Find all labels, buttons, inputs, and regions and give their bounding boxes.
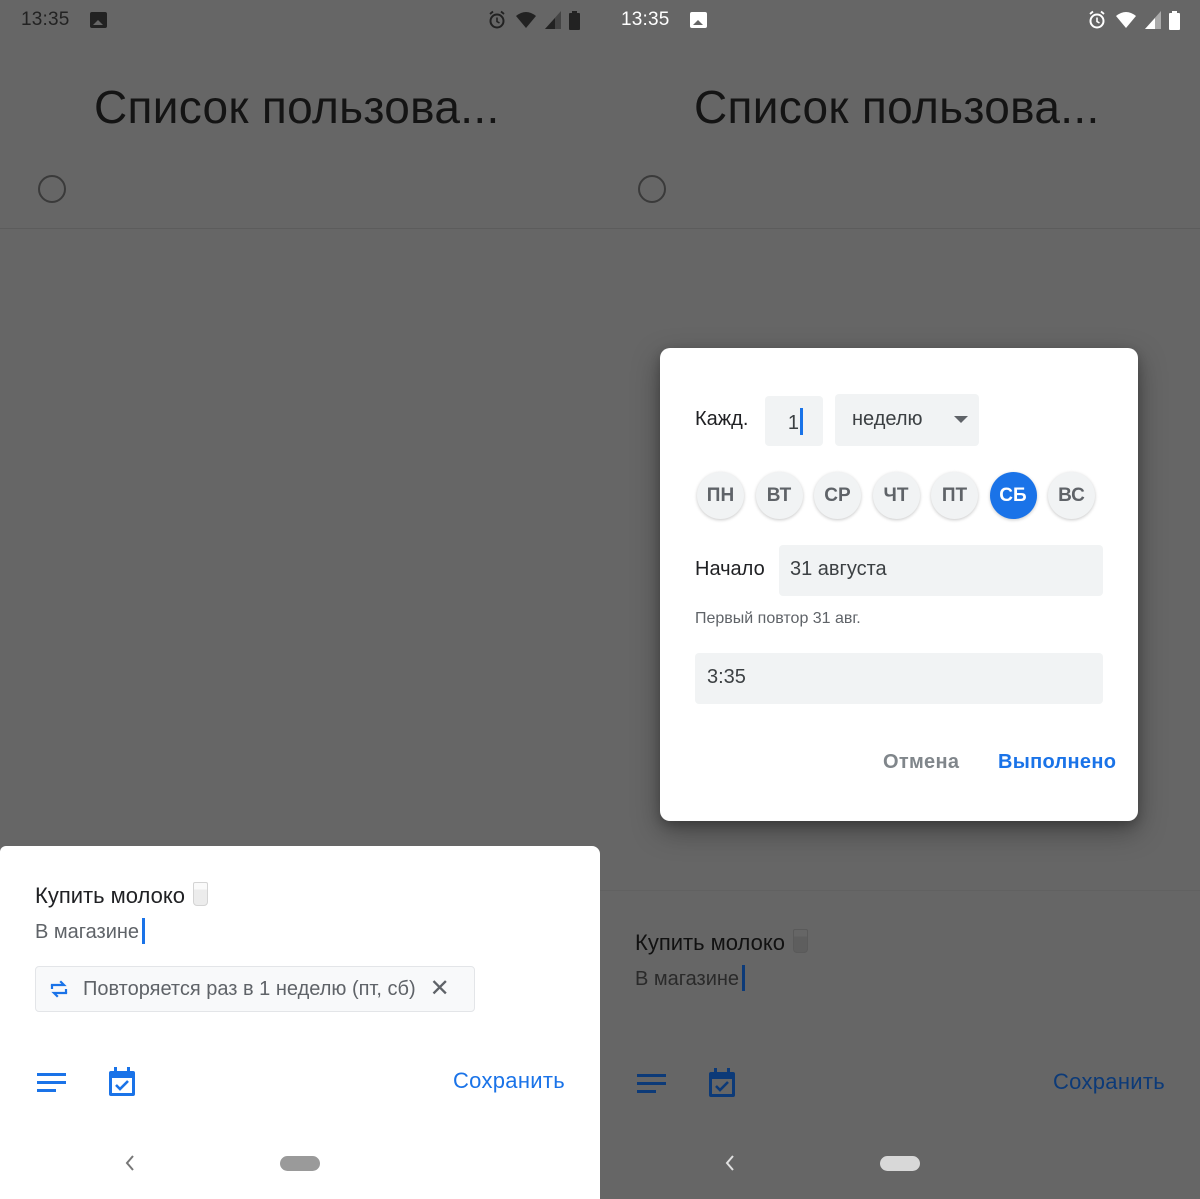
add-task-sheet: Купить молоко В магазине Повторяется раз…	[0, 846, 600, 1199]
day-chip-wed[interactable]: СР	[814, 472, 861, 519]
day-chip-sun[interactable]: ВС	[1048, 472, 1095, 519]
task-notes-input[interactable]: В магазине	[635, 965, 746, 991]
list-title: Список пользова...	[94, 81, 500, 133]
task-checkbox[interactable]	[38, 175, 66, 203]
details-icon[interactable]	[37, 1072, 67, 1094]
save-button[interactable]: Сохранить	[453, 1068, 565, 1094]
task-title-input[interactable]: Купить молоко	[35, 882, 208, 909]
weekday-selector: ПН ВТ СР ЧТ ПТ СБ ВС	[697, 472, 1095, 519]
interval-value: 1	[787, 412, 799, 434]
status-time: 13:35	[621, 9, 670, 30]
repeat-chip-label: Повторяется раз в 1 неделю (пт, сб)	[83, 977, 416, 1000]
day-chip-mon[interactable]: ПН	[697, 472, 744, 519]
remove-repeat-button[interactable]: ✕	[430, 977, 450, 1001]
alarm-icon	[489, 10, 505, 29]
image-notification-icon	[90, 12, 107, 28]
signal-icon	[545, 11, 561, 29]
wifi-icon	[516, 12, 536, 28]
text-caret	[800, 408, 803, 435]
text-caret	[142, 918, 146, 944]
dropdown-arrow-icon	[954, 416, 968, 423]
screen-right: 13:35 Список пользова... Купить молоко В…	[600, 0, 1200, 1199]
status-bar: 13:35	[0, 0, 600, 42]
list-title: Список пользова...	[694, 81, 1100, 133]
day-chip-fri[interactable]: ПТ	[931, 472, 978, 519]
task-notes-text: В магазине	[35, 921, 140, 943]
screen-left: 13:35 Список пользова... Купить молоко В…	[0, 0, 600, 1199]
day-chip-tue[interactable]: ВТ	[755, 472, 803, 519]
divider	[600, 228, 1200, 229]
back-icon[interactable]	[722, 1152, 738, 1174]
task-notes-input[interactable]: В магазине	[35, 918, 146, 944]
status-bar: 13:35	[600, 0, 1200, 42]
home-button[interactable]	[880, 1156, 920, 1171]
details-icon[interactable]	[637, 1073, 667, 1095]
every-label: Кажд.	[695, 408, 749, 430]
battery-icon	[569, 10, 580, 30]
task-title-text: Купить молоко	[35, 883, 185, 908]
repeat-icon	[50, 980, 68, 998]
interval-input[interactable]: 1	[765, 396, 823, 446]
home-button[interactable]	[280, 1156, 320, 1171]
back-icon[interactable]	[122, 1152, 138, 1174]
status-time: 13:35	[21, 9, 70, 30]
add-task-sheet: Купить молоко В магазине Сохранить	[600, 890, 1200, 1199]
task-title-input[interactable]: Купить молоко	[635, 929, 808, 956]
save-button[interactable]: Сохранить	[1053, 1069, 1165, 1095]
task-checkbox[interactable]	[638, 175, 666, 203]
text-caret	[742, 965, 746, 991]
interval-unit-value: неделю	[852, 408, 923, 430]
task-title-text: Купить молоко	[635, 930, 785, 955]
day-chip-thu[interactable]: ЧТ	[872, 472, 920, 519]
glass-of-milk-icon	[792, 929, 808, 953]
cancel-button[interactable]: Отмена	[883, 751, 959, 774]
first-repeat-hint: Первый повтор 31 авг.	[695, 610, 861, 627]
wifi-icon	[1116, 12, 1136, 28]
repeat-dialog: Кажд. 1 неделю ПН ВТ СР ЧТ ПТ СБ ВС Нача…	[660, 348, 1138, 821]
interval-unit-dropdown[interactable]: неделю	[835, 394, 979, 446]
image-notification-icon	[690, 12, 707, 28]
glass-of-milk-icon	[192, 882, 208, 906]
repeat-chip[interactable]: Повторяется раз в 1 неделю (пт, сб) ✕	[35, 966, 475, 1012]
start-label: Начало	[695, 558, 765, 580]
day-chip-sat[interactable]: СБ	[989, 472, 1037, 519]
start-date-field[interactable]: 31 августа	[779, 545, 1103, 596]
task-notes-text: В магазине	[635, 968, 740, 990]
time-field[interactable]: 3:35	[695, 653, 1103, 704]
calendar-check-icon[interactable]	[708, 1068, 736, 1098]
calendar-check-icon[interactable]	[108, 1067, 136, 1097]
alarm-icon	[1089, 10, 1105, 29]
done-button[interactable]: Выполнено	[998, 751, 1116, 774]
battery-icon	[1169, 10, 1180, 30]
signal-icon	[1145, 11, 1161, 29]
divider	[0, 228, 600, 229]
